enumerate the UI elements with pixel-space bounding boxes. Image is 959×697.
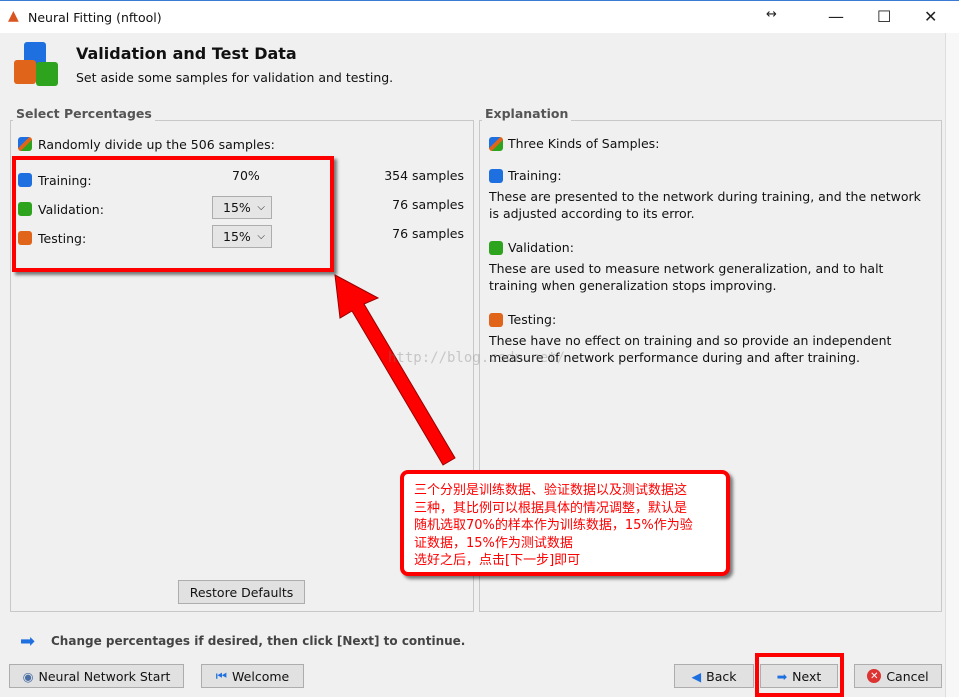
- callout-line: 随机选取70%的样本作为训练数据，15%作为验: [414, 518, 693, 533]
- arrow-right-icon: ➡: [20, 631, 36, 652]
- nn-start-label: Neural Network Start: [38, 668, 171, 684]
- cancel-icon: ✕: [867, 669, 882, 683]
- back-label: Back: [706, 668, 737, 684]
- callout-line: 证数据，15%作为测试数据: [414, 535, 573, 551]
- back-button[interactable]: ◀ Back: [674, 664, 754, 688]
- rewind-icon: ⏮: [215, 668, 228, 683]
- brain-icon: ◉: [22, 668, 34, 684]
- annotation-arrow-icon: [334, 274, 456, 466]
- callout-line: 三个分别是训练数据、验证数据以及测试数据这: [414, 483, 688, 498]
- arrow-left-icon: ◀: [691, 668, 702, 684]
- neural-network-start-button[interactable]: ◉ Neural Network Start: [9, 664, 184, 688]
- next-highlight-box: [755, 653, 844, 697]
- annotation-callout: 三个分别是训练数据、验证数据以及测试数据这 三种，其比例可以根据具体的情况调整，…: [400, 470, 730, 576]
- welcome-button[interactable]: ⏮ Welcome: [201, 664, 304, 688]
- cancel-label: Cancel: [886, 668, 929, 684]
- welcome-label: Welcome: [232, 668, 290, 684]
- callout-line: 三种，其比例可以根据具体的情况调整，默认是: [414, 500, 688, 516]
- watermark: http://blog.csdn.net/: [388, 350, 566, 366]
- hint-text: Change percentages if desired, then clic…: [51, 634, 466, 648]
- callout-line: 选好之后，点击[下一步]即可: [414, 553, 581, 568]
- cancel-button[interactable]: ✕ Cancel: [854, 664, 942, 688]
